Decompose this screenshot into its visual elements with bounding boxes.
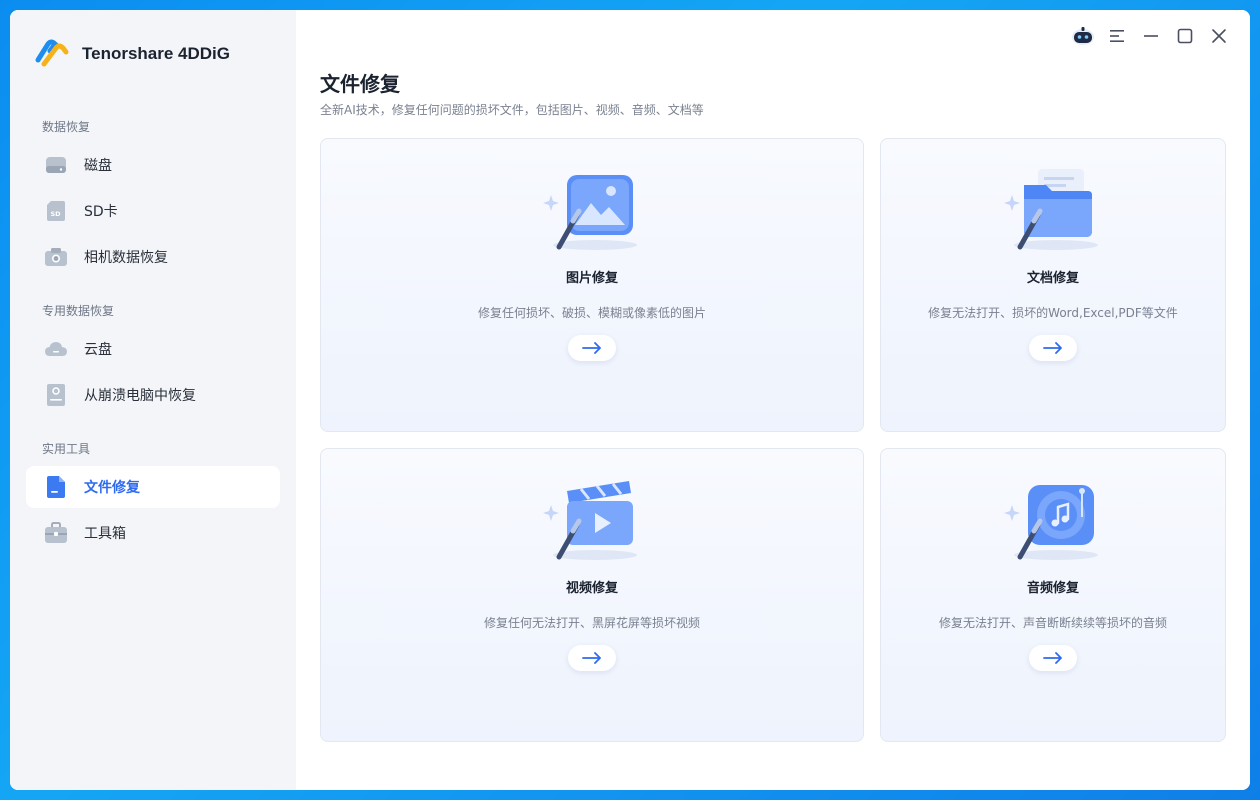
photo-repair-icon (537, 167, 647, 253)
sidebar-item-file-repair[interactable]: 文件修复 (26, 466, 280, 508)
app-name: Tenorshare 4DDiG (82, 44, 231, 63)
sidebar-item-label: 从崩溃电脑中恢复 (84, 388, 196, 404)
arrow-right-icon (582, 652, 601, 664)
main-content: 文件修复 全新AI技术，修复任何问题的损坏文件，包括图片、视频、音频、文档等 图… (296, 10, 1250, 790)
sidebar-item-label: 磁盘 (84, 158, 112, 174)
camera-icon (44, 245, 68, 269)
video-repair-card[interactable]: 视频修复 修复任何无法打开、黑屏花屏等损坏视频 (320, 448, 864, 742)
sidebar-item-toolbox[interactable]: 工具箱 (26, 512, 280, 554)
section-title-data-recovery: 数据恢复 (42, 120, 91, 134)
app-window: Tenorshare 4DDiG 数据恢复 磁盘 SD SD卡 相机数据恢复 专… (10, 10, 1250, 790)
section-title-special-recovery: 专用数据恢复 (42, 304, 115, 318)
sidebar-item-camera[interactable]: 相机数据恢复 (26, 236, 280, 278)
sd-card-icon: SD (44, 199, 68, 223)
page-subtitle: 全新AI技术，修复任何问题的损坏文件，包括图片、视频、音频、文档等 (320, 103, 704, 117)
document-repair-start-button[interactable] (1029, 335, 1077, 361)
section-title-utilities: 实用工具 (42, 442, 91, 456)
sidebar-item-disk[interactable]: 磁盘 (26, 144, 280, 186)
crashed-pc-icon (44, 383, 68, 407)
svg-text:SD: SD (51, 210, 62, 218)
card-description: 修复任何损坏、破损、模糊或像素低的图片 (477, 306, 706, 320)
sidebar-item-label: 文件修复 (84, 480, 140, 496)
card-title: 视频修复 (565, 581, 618, 596)
photo-repair-card[interactable]: 图片修复 修复任何损坏、破损、模糊或像素低的图片 (320, 138, 864, 432)
document-repair-card[interactable]: 文档修复 修复无法打开、损坏的Word,Excel,PDF等文件 (880, 138, 1226, 432)
menu-icon[interactable] (1100, 22, 1134, 50)
maximize-icon[interactable] (1168, 22, 1202, 50)
card-description: 修复无法打开、声音断断续续等损坏的音频 (938, 616, 1167, 630)
document-repair-icon (998, 167, 1108, 253)
assistant-bot-icon[interactable] (1066, 22, 1100, 50)
arrow-right-icon (582, 342, 601, 354)
brand: Tenorshare 4DDiG (34, 38, 230, 70)
sidebar-item-label: 工具箱 (84, 526, 126, 542)
photo-repair-start-button[interactable] (568, 335, 616, 361)
card-description: 修复无法打开、损坏的Word,Excel,PDF等文件 (928, 306, 1178, 320)
card-title: 图片修复 (565, 271, 618, 286)
close-icon[interactable] (1202, 22, 1236, 50)
toolbox-icon (44, 521, 68, 545)
video-repair-start-button[interactable] (568, 645, 616, 671)
disk-icon (44, 153, 68, 177)
file-repair-icon (44, 475, 68, 499)
brand-logo-icon (35, 39, 69, 67)
sidebar-item-label: SD卡 (84, 204, 118, 220)
titlebar-controls (1066, 22, 1236, 50)
audio-repair-start-button[interactable] (1029, 645, 1077, 671)
minimize-icon[interactable] (1134, 22, 1168, 50)
sidebar-item-cloud[interactable]: 云盘 (26, 328, 280, 370)
audio-repair-icon (998, 477, 1108, 563)
video-repair-icon (537, 477, 647, 563)
card-description: 修复任何无法打开、黑屏花屏等损坏视频 (483, 616, 700, 630)
card-title: 文档修复 (1026, 271, 1079, 286)
audio-repair-card[interactable]: 音频修复 修复无法打开、声音断断续续等损坏的音频 (880, 448, 1226, 742)
sidebar-item-label: 云盘 (84, 342, 112, 358)
sidebar-item-label: 相机数据恢复 (84, 250, 168, 266)
cloud-icon (44, 337, 68, 361)
arrow-right-icon (1043, 342, 1062, 354)
arrow-right-icon (1043, 652, 1062, 664)
page-title: 文件修复 (320, 72, 400, 96)
sidebar: Tenorshare 4DDiG 数据恢复 磁盘 SD SD卡 相机数据恢复 专… (10, 10, 296, 790)
card-title: 音频修复 (1026, 581, 1079, 596)
sidebar-item-crashed-pc[interactable]: 从崩溃电脑中恢复 (26, 374, 280, 416)
sidebar-item-sd-card[interactable]: SD SD卡 (26, 190, 280, 232)
